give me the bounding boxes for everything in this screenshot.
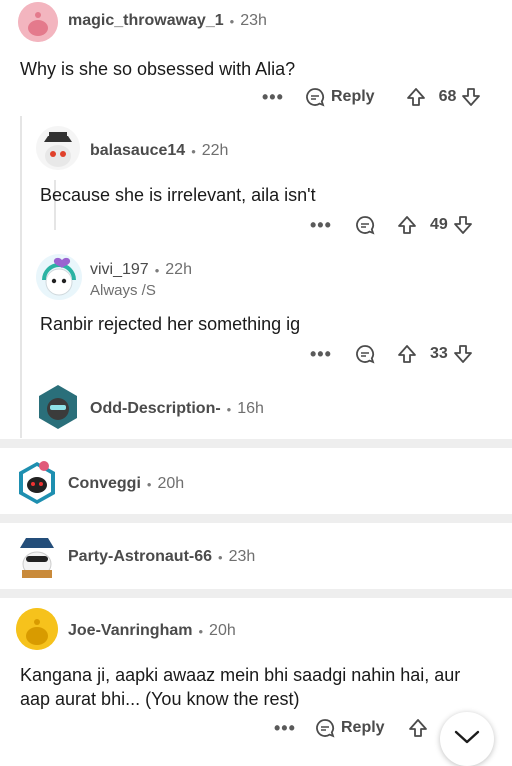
separator-dot: • xyxy=(154,262,160,278)
reply-icon xyxy=(306,88,325,107)
upvote-icon[interactable] xyxy=(405,86,427,108)
snoo-avatar-icon xyxy=(18,2,58,42)
timestamp: 22h xyxy=(201,142,229,159)
username[interactable]: Conveggi xyxy=(68,475,141,493)
comment-body: Why is she so obsessed with Alia? xyxy=(20,59,296,79)
vote-count: 33 xyxy=(430,345,448,362)
more-options-button[interactable]: ••• xyxy=(262,87,298,108)
separator-dot: • xyxy=(226,401,232,417)
separator-dot: • xyxy=(229,13,235,29)
avatar[interactable] xyxy=(36,383,80,431)
avatar[interactable] xyxy=(36,126,80,170)
vote-count: 49 xyxy=(430,216,448,233)
downvote-icon[interactable] xyxy=(452,343,474,365)
avatar[interactable] xyxy=(16,608,58,650)
separator-dot: • xyxy=(146,476,152,492)
comment-body: Ranbir rejected her something ig xyxy=(40,314,301,334)
separator-dot: • xyxy=(191,143,196,159)
separator-dot: • xyxy=(198,623,204,639)
downvote-icon[interactable] xyxy=(460,86,482,108)
comment-divider xyxy=(0,589,512,598)
timestamp: 20h xyxy=(209,622,236,639)
upvote-icon[interactable] xyxy=(396,343,418,365)
username[interactable]: Odd-Description- xyxy=(90,400,221,418)
username[interactable]: Party-Astronaut-66 xyxy=(68,548,212,566)
avatar[interactable] xyxy=(36,254,82,300)
hexagon-avatar-icon xyxy=(39,385,77,429)
comment-body: Kangana ji, aapki awaaz mein bhi saadgi … xyxy=(20,665,461,709)
username[interactable]: Joe-Vanringham xyxy=(68,622,192,640)
thread-line xyxy=(20,116,22,438)
comment-body: Because she is irrelevant, aila isn't xyxy=(40,185,316,205)
more-options-button[interactable]: ••• xyxy=(274,718,310,739)
more-options-button[interactable]: ••• xyxy=(310,344,346,365)
downvote-icon[interactable] xyxy=(452,214,474,236)
timestamp: 22h xyxy=(165,261,192,278)
reply-button[interactable]: Reply xyxy=(314,717,385,739)
username[interactable]: magic_throwaway_1 xyxy=(68,12,224,30)
timestamp: 16h xyxy=(237,400,264,417)
reply-label: Reply xyxy=(331,88,375,105)
more-options-button[interactable]: ••• xyxy=(310,215,346,236)
snoo-hat-avatar-icon xyxy=(44,132,72,167)
timestamp: 23h xyxy=(240,12,267,29)
hexagon-avatar-icon xyxy=(19,461,55,504)
timestamp: 20h xyxy=(157,475,185,492)
user-flair: Always /S xyxy=(90,282,156,299)
upvote-icon[interactable] xyxy=(396,214,418,236)
scroll-down-button[interactable] xyxy=(440,712,494,766)
username[interactable]: balasauce14 xyxy=(90,142,185,160)
reply-icon xyxy=(316,719,335,738)
reply-icon[interactable] xyxy=(354,343,376,365)
snoo-headphones-avatar-icon xyxy=(42,257,76,296)
avatar[interactable] xyxy=(14,530,60,580)
reply-button[interactable]: Reply xyxy=(304,86,375,108)
comment-divider xyxy=(0,439,512,448)
snoo-avatar-icon xyxy=(16,608,58,650)
chevron-down-icon xyxy=(454,730,480,744)
upvote-icon[interactable] xyxy=(407,717,429,739)
separator-dot: • xyxy=(218,549,223,565)
reply-label: Reply xyxy=(341,719,385,736)
avatar[interactable] xyxy=(16,458,58,506)
pilot-avatar-icon xyxy=(20,538,54,578)
reply-icon[interactable] xyxy=(354,214,376,236)
vote-count: 68 xyxy=(438,88,457,105)
comment-divider xyxy=(0,514,512,523)
timestamp: 23h xyxy=(228,548,256,565)
avatar[interactable] xyxy=(18,2,58,42)
username[interactable]: vivi_197 xyxy=(90,261,149,279)
